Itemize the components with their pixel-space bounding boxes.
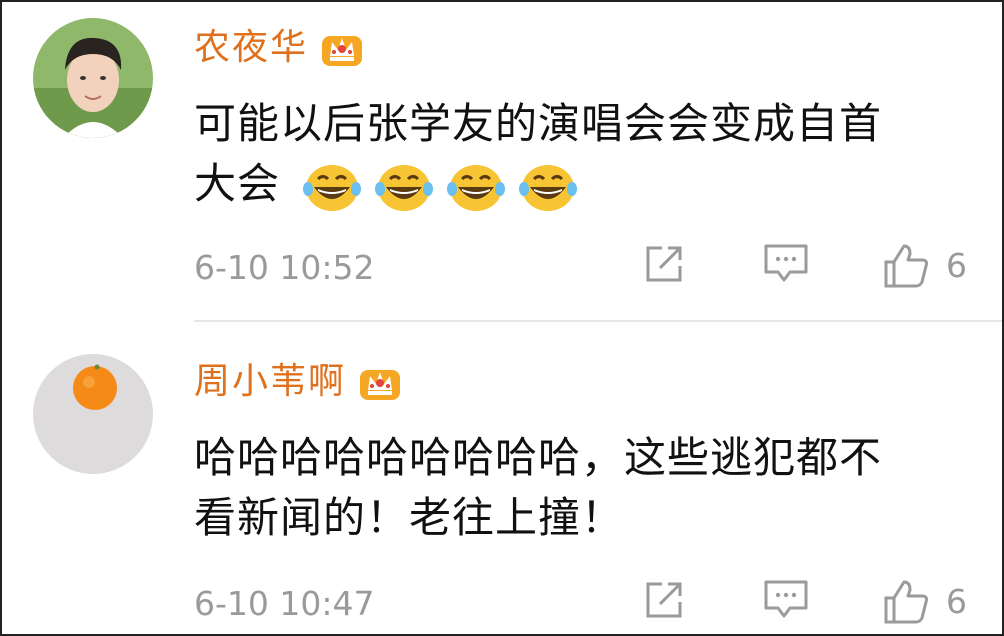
comment-item: 农夜华 可能以后张学友的演唱会会变成自首 大会 6-10 10:52 6: [2, 2, 1002, 320]
comment-text-line-with-emoji: 大会: [194, 154, 974, 214]
share-icon: [642, 578, 686, 622]
username-text[interactable]: 周小苇啊: [194, 360, 346, 404]
laughing-tears-emoji: [446, 161, 506, 213]
like-button[interactable]: 6: [882, 578, 967, 626]
comment-text: 哈哈哈哈哈哈哈哈哈，这些逃犯都不 看新闻的！老往上撞！: [194, 428, 974, 548]
share-button[interactable]: [642, 242, 686, 286]
comment-text-line: 看新闻的！老往上撞！: [194, 493, 625, 542]
crown-icon: [356, 360, 404, 404]
timestamp: 6-10 10:47: [194, 584, 375, 623]
crown-icon: [318, 26, 366, 70]
emoji-row: [302, 161, 578, 213]
comment-item: 周小苇啊 哈哈哈哈哈哈哈哈哈，这些逃犯都不 看新闻的！老往上撞！ 6-10 10…: [2, 322, 1002, 634]
username[interactable]: 周小苇啊: [194, 360, 404, 404]
share-icon: [642, 242, 686, 286]
share-button[interactable]: [642, 578, 686, 622]
comment-text: 可能以后张学友的演唱会会变成自首 大会: [194, 94, 974, 214]
thumbs-up-icon: [882, 242, 930, 290]
thumbs-up-icon: [882, 578, 930, 626]
like-button[interactable]: 6: [882, 242, 967, 290]
reply-button[interactable]: [762, 578, 810, 622]
like-count: 6: [946, 246, 967, 285]
comment-icon: [762, 242, 810, 286]
comment-text-line: 哈哈哈哈哈哈哈哈哈，这些逃犯都不: [194, 433, 883, 482]
comment-icon: [762, 578, 810, 622]
timestamp: 6-10 10:52: [194, 248, 375, 287]
username[interactable]: 农夜华: [194, 26, 366, 70]
avatar[interactable]: [33, 354, 153, 474]
reply-button[interactable]: [762, 242, 810, 286]
laughing-tears-emoji: [302, 161, 362, 213]
laughing-tears-emoji: [518, 161, 578, 213]
laughing-tears-emoji: [374, 161, 434, 213]
comment-text-line: 大会: [194, 159, 281, 208]
username-text[interactable]: 农夜华: [194, 26, 308, 70]
like-count: 6: [946, 582, 967, 621]
comment-list: 农夜华 可能以后张学友的演唱会会变成自首 大会 6-10 10:52 6 周小苇…: [0, 0, 1004, 636]
comment-text-line: 可能以后张学友的演唱会会变成自首: [194, 99, 883, 148]
avatar[interactable]: [33, 18, 153, 138]
